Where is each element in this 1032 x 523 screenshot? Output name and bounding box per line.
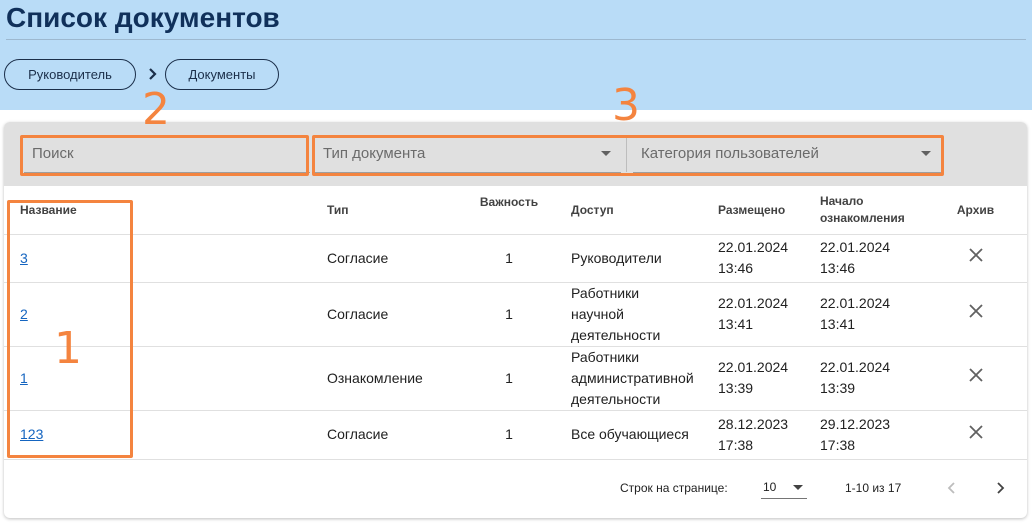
cell-start: 22.01.2024 13:41	[820, 282, 940, 347]
cell-placed: 22.01.2024 13:41	[718, 282, 820, 347]
cell-placed-date: 22.01.2024	[718, 359, 789, 375]
cell-start: 22.01.2024 13:46	[820, 234, 940, 283]
search-placeholder: Поиск	[32, 145, 74, 162]
cell-type: Согласие	[327, 410, 455, 460]
pagination-range: 1-10 из 17	[845, 481, 902, 495]
column-header-importance[interactable]: Важность	[455, 186, 563, 235]
cell-start-time: 13:41	[820, 316, 856, 332]
cell-access: Руководители	[563, 234, 718, 283]
table-row: 1 Ознакомление 1 Работники административн…	[4, 346, 1027, 411]
close-icon[interactable]	[968, 247, 984, 263]
chevron-right-icon	[149, 68, 157, 80]
cell-importance: 1	[455, 410, 563, 460]
filter-divider	[626, 138, 627, 172]
column-header-archive: Архив	[940, 186, 1027, 235]
cell-start-time: 13:46	[820, 260, 856, 276]
document-type-placeholder: Тип документа	[323, 145, 426, 162]
column-header-start-line2: ознакомления	[820, 210, 905, 225]
close-icon[interactable]	[968, 303, 984, 319]
search-input[interactable]: Поиск	[24, 135, 310, 173]
cell-access-line: Работники	[571, 284, 640, 301]
cell-start: 22.01.2024 13:39	[820, 346, 940, 411]
annotation-number-1: 1	[54, 323, 82, 374]
cell-type: Согласие	[327, 282, 455, 347]
documents-table: Название Тип Важность Доступ Размещено Н…	[4, 186, 1027, 460]
cell-access-line: деятельности	[571, 390, 661, 407]
table-header-row: Название Тип Важность Доступ Размещено Н…	[4, 186, 1027, 235]
chevron-left-icon[interactable]	[942, 478, 962, 498]
cell-placed: 22.01.2024 13:39	[718, 346, 820, 411]
cell-placed-date: 22.01.2024	[718, 239, 789, 255]
cell-access-line: научной	[571, 305, 624, 322]
cell-importance: 1	[455, 234, 563, 283]
column-header-placed[interactable]: Размещено	[718, 186, 820, 235]
cell-access-line: Все обучающиеся	[571, 426, 689, 442]
cell-placed-date: 28.12.2023	[718, 415, 789, 432]
document-type-select[interactable]: Тип документа	[315, 135, 621, 173]
document-link[interactable]: 123	[20, 426, 43, 442]
rows-per-page-value: 10	[763, 480, 777, 494]
cell-access-line: Работники	[571, 348, 640, 365]
annotation-number-2: 2	[142, 84, 170, 135]
caret-down-icon	[921, 151, 931, 156]
cell-start-date: 29.12.2023	[820, 415, 891, 432]
cell-start-date: 22.01.2024	[820, 359, 891, 375]
cell-access: Работники научной деятельности	[563, 282, 718, 347]
cell-start: 29.12.2023 17:38	[820, 410, 940, 460]
cell-placed: 28.12.2023 17:38	[718, 410, 820, 460]
cell-placed: 22.01.2024 13:46	[718, 234, 820, 283]
column-header-start[interactable]: Начало ознакомления	[820, 186, 940, 235]
column-header-type[interactable]: Тип	[327, 186, 455, 235]
table-row: 3 Согласие 1 Руководители 22.01.2024 13:4…	[4, 234, 1027, 283]
cell-placed-time: 13:46	[718, 260, 754, 276]
document-link[interactable]: 1	[20, 370, 28, 386]
user-category-select[interactable]: Категория пользователей	[633, 135, 941, 173]
cell-importance: 1	[455, 282, 563, 347]
cell-placed-time: 13:41	[718, 316, 754, 332]
document-link[interactable]: 3	[20, 250, 28, 266]
breadcrumb-documents[interactable]: Документы	[165, 59, 279, 90]
column-header-name[interactable]: Название	[4, 186, 327, 235]
column-header-start-line1: Начало	[820, 193, 864, 208]
annotation-number-3: 3	[612, 80, 640, 131]
column-header-access[interactable]: Доступ	[563, 186, 718, 235]
close-icon[interactable]	[968, 367, 984, 383]
cell-start-date: 22.01.2024	[820, 239, 891, 255]
close-icon[interactable]	[968, 424, 984, 440]
cell-start-date: 22.01.2024	[820, 295, 891, 311]
rows-per-page-label: Строк на странице:	[620, 481, 728, 495]
caret-down-icon	[793, 485, 803, 490]
cell-access-line: Руководители	[571, 249, 662, 266]
cell-placed-time: 13:39	[718, 380, 754, 396]
cell-start-time: 13:39	[820, 380, 856, 396]
cell-type: Ознакомление	[327, 346, 455, 411]
table-row: 2 Согласие 1 Работники научной деятельност…	[4, 282, 1027, 347]
rows-per-page-select[interactable]: 10	[761, 477, 807, 499]
table-row: 123 Согласие 1 Все обучающиеся 28.12.202…	[4, 410, 1027, 460]
caret-down-icon	[601, 151, 611, 156]
cell-placed-date: 22.01.2024	[718, 295, 789, 311]
document-link[interactable]: 2	[20, 306, 28, 322]
page-title: Список документов	[6, 2, 280, 33]
cell-access-line: административной	[571, 369, 694, 386]
cell-access-line: деятельности	[571, 326, 661, 343]
cell-placed-time: 17:38	[718, 436, 754, 453]
cell-type: Согласие	[327, 234, 455, 283]
cell-access: Все обучающиеся	[563, 410, 718, 460]
user-category-placeholder: Категория пользователей	[641, 145, 819, 162]
breadcrumb-manager[interactable]: Руководитель	[4, 59, 136, 90]
pagination-bar: Строк на странице: 10 1-10 из 17	[4, 459, 1027, 518]
cell-importance: 1	[455, 346, 563, 411]
chevron-right-icon[interactable]	[990, 478, 1010, 498]
cell-start-time: 17:38	[820, 436, 856, 453]
documents-card: Поиск Тип документа Категория пользовате…	[4, 122, 1027, 518]
header-divider	[6, 39, 1026, 40]
cell-access: Работники административной деятельности	[563, 346, 718, 411]
